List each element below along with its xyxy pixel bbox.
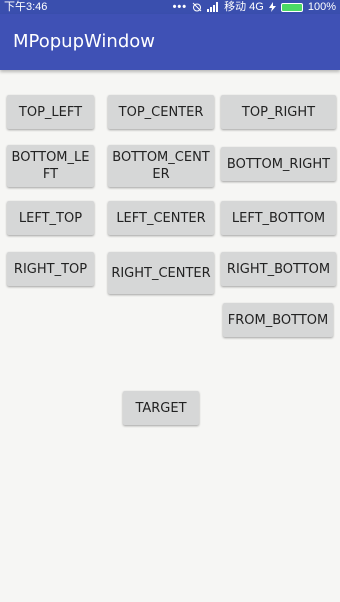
app-bar: MPopupWindow [0, 14, 340, 70]
carrier-label: 移动 4G [224, 1, 264, 13]
right-bottom-button[interactable]: RIGHT_BOTTOM [221, 252, 336, 286]
left-top-button[interactable]: LEFT_TOP [7, 201, 94, 235]
left-center-button[interactable]: LEFT_CENTER [108, 201, 214, 235]
status-indicators: ••• 移动 4G 100% [173, 0, 336, 14]
bottom-left-button[interactable]: BOTTOM_LEFT [7, 145, 94, 187]
status-bar: 下午3:46 ••• 移动 4G 100% [0, 0, 340, 14]
top-left-button[interactable]: TOP_LEFT [7, 95, 94, 129]
top-right-button[interactable]: TOP_RIGHT [221, 95, 336, 129]
status-time: 下午3:46 [4, 1, 48, 13]
app-title: MPopupWindow [13, 31, 155, 52]
top-center-button[interactable]: TOP_CENTER [108, 95, 214, 129]
alarm-off-icon [192, 2, 202, 12]
battery-percent: 100% [307, 1, 336, 13]
bottom-right-button[interactable]: BOTTOM_RIGHT [221, 147, 336, 181]
right-top-button[interactable]: RIGHT_TOP [7, 252, 94, 286]
bolt-icon [268, 2, 276, 12]
notification-dots: ••• [172, 1, 188, 13]
bottom-center-button[interactable]: BOTTOM_CENTER [108, 145, 214, 187]
target-button[interactable]: TARGET [123, 391, 199, 425]
from-bottom-button[interactable]: FROM_BOTTOM [223, 303, 333, 337]
signal-icon [207, 2, 219, 12]
left-bottom-button[interactable]: LEFT_BOTTOM [221, 201, 336, 235]
battery-icon [280, 2, 303, 12]
right-center-button[interactable]: RIGHT_CENTER [108, 252, 214, 294]
